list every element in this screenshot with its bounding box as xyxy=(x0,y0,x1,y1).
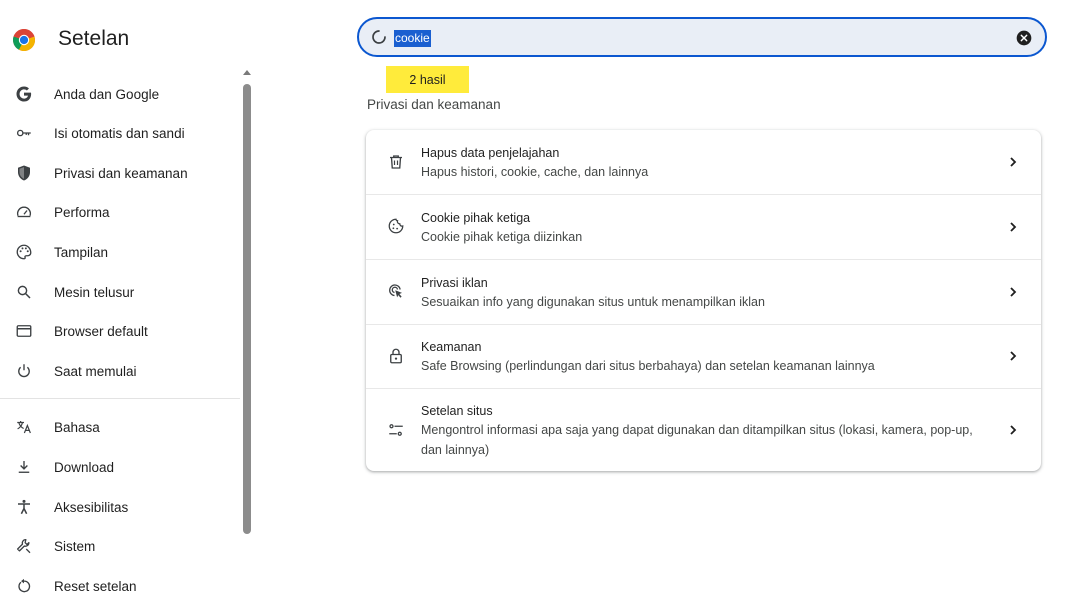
row-title: Hapus data penjelajahan xyxy=(421,146,560,160)
chevron-right-icon xyxy=(1010,351,1017,361)
row-subtitle: Cookie pihak ketiga diizinkan xyxy=(421,230,583,244)
row-site-settings[interactable]: Setelan situs Mengontrol informasi apa s… xyxy=(366,389,1041,471)
sidebar-item-label: Anda dan Google xyxy=(54,86,160,102)
row-third-party-cookies[interactable]: Cookie pihak ketiga Cookie pihak ketiga … xyxy=(366,195,1041,259)
download-icon xyxy=(18,461,30,473)
palette-icon xyxy=(16,244,32,260)
settings-search-bar[interactable]: cookie xyxy=(357,17,1047,57)
loading-spinner-icon xyxy=(372,30,386,44)
sidebar-item-accessibility[interactable]: Aksesibilitas xyxy=(0,489,240,525)
chevron-right-icon xyxy=(1010,425,1017,435)
search-results-count: 2 hasil xyxy=(386,66,469,93)
sidebar-item-on-startup[interactable]: Saat memulai xyxy=(0,353,240,389)
chrome-logo-icon xyxy=(13,29,35,52)
sidebar-item-privacy[interactable]: Privasi dan keamanan xyxy=(0,155,240,191)
sidebar-item-languages[interactable]: Bahasa xyxy=(0,409,240,445)
row-title: Setelan situs xyxy=(421,404,493,418)
sidebar-divider xyxy=(0,398,240,399)
row-title: Privasi iklan xyxy=(421,276,488,290)
row-security[interactable]: Keamanan Safe Browsing (perlindungan dar… xyxy=(366,325,1041,388)
sidebar-item-default-browser[interactable]: Browser default xyxy=(0,313,240,349)
sidebar-item-system[interactable]: Sistem xyxy=(0,528,240,564)
sidebar-item-downloads[interactable]: Download xyxy=(0,449,240,485)
sidebar: Setelan Anda dan Google Isi otomatis dan… xyxy=(0,0,252,601)
power-icon xyxy=(18,364,30,378)
sidebar-item-label: Sistem xyxy=(54,538,96,554)
reset-icon xyxy=(18,578,31,593)
translate-icon xyxy=(17,421,31,434)
scroll-up-arrow-icon[interactable] xyxy=(243,70,251,75)
tune-icon xyxy=(389,424,403,436)
search-input[interactable]: cookie xyxy=(394,30,431,47)
accessibility-icon xyxy=(18,499,30,515)
row-subtitle: Sesuaikan info yang digunakan situs untu… xyxy=(421,295,765,309)
row-title: Keamanan xyxy=(421,340,482,354)
chevron-right-icon xyxy=(1010,157,1017,167)
sidebar-item-appearance[interactable]: Tampilan xyxy=(0,234,240,270)
chevron-right-icon xyxy=(1010,222,1017,232)
row-subtitle: Hapus histori, cookie, cache, dan lainny… xyxy=(421,165,649,179)
trash-icon xyxy=(390,155,402,169)
row-ad-privacy[interactable]: Privasi iklan Sesuaikan info yang diguna… xyxy=(366,260,1041,324)
sidebar-item-label: Bahasa xyxy=(54,419,100,435)
sidebar-item-label: Browser default xyxy=(54,323,148,339)
sidebar-item-label: Performa xyxy=(54,204,110,220)
clear-search-icon[interactable] xyxy=(1016,30,1032,46)
sidebar-scrollbar-thumb[interactable] xyxy=(243,84,251,534)
sidebar-item-label: Aksesibilitas xyxy=(54,499,129,515)
row-clear-browsing-data[interactable]: Hapus data penjelajahan Hapus histori, c… xyxy=(366,130,1041,194)
shield-icon xyxy=(18,165,30,181)
sidebar-item-label: Mesin telusur xyxy=(54,284,135,300)
sidebar-item-you-and-google[interactable]: Anda dan Google xyxy=(0,76,240,112)
gauge-icon xyxy=(16,206,32,218)
search-icon xyxy=(17,285,31,299)
sidebar-item-label: Isi otomatis dan sandi xyxy=(54,125,185,141)
privacy-settings-card: Hapus data penjelajahan Hapus histori, c… xyxy=(366,130,1041,471)
sidebar-item-label: Saat memulai xyxy=(54,363,137,379)
row-subtitle: Mengontrol informasi apa saja yang dapat… xyxy=(421,423,973,457)
sidebar-item-label: Reset setelan xyxy=(54,578,137,594)
row-title: Cookie pihak ketiga xyxy=(421,211,531,225)
row-subtitle: Safe Browsing (perlindungan dari situs b… xyxy=(421,359,875,373)
browser-window-icon xyxy=(16,325,32,337)
key-icon xyxy=(16,129,31,137)
sidebar-item-search-engine[interactable]: Mesin telusur xyxy=(0,274,240,310)
sidebar-item-label: Tampilan xyxy=(54,244,109,260)
app-title: Setelan xyxy=(58,27,130,50)
ad-privacy-icon xyxy=(389,284,402,298)
lock-icon xyxy=(390,348,402,364)
sidebar-item-label: Download xyxy=(54,459,115,475)
section-title: Privasi dan keamanan xyxy=(367,97,501,112)
sidebar-item-label: Privasi dan keamanan xyxy=(54,165,188,181)
sidebar-item-reset-settings[interactable]: Reset setelan xyxy=(0,568,240,604)
chevron-right-icon xyxy=(1010,287,1017,297)
sidebar-item-performance[interactable]: Performa xyxy=(0,194,240,230)
sidebar-item-autofill[interactable]: Isi otomatis dan sandi xyxy=(0,115,240,151)
cookie-icon xyxy=(388,218,404,234)
wrench-icon xyxy=(16,538,31,554)
google-icon xyxy=(16,86,32,102)
